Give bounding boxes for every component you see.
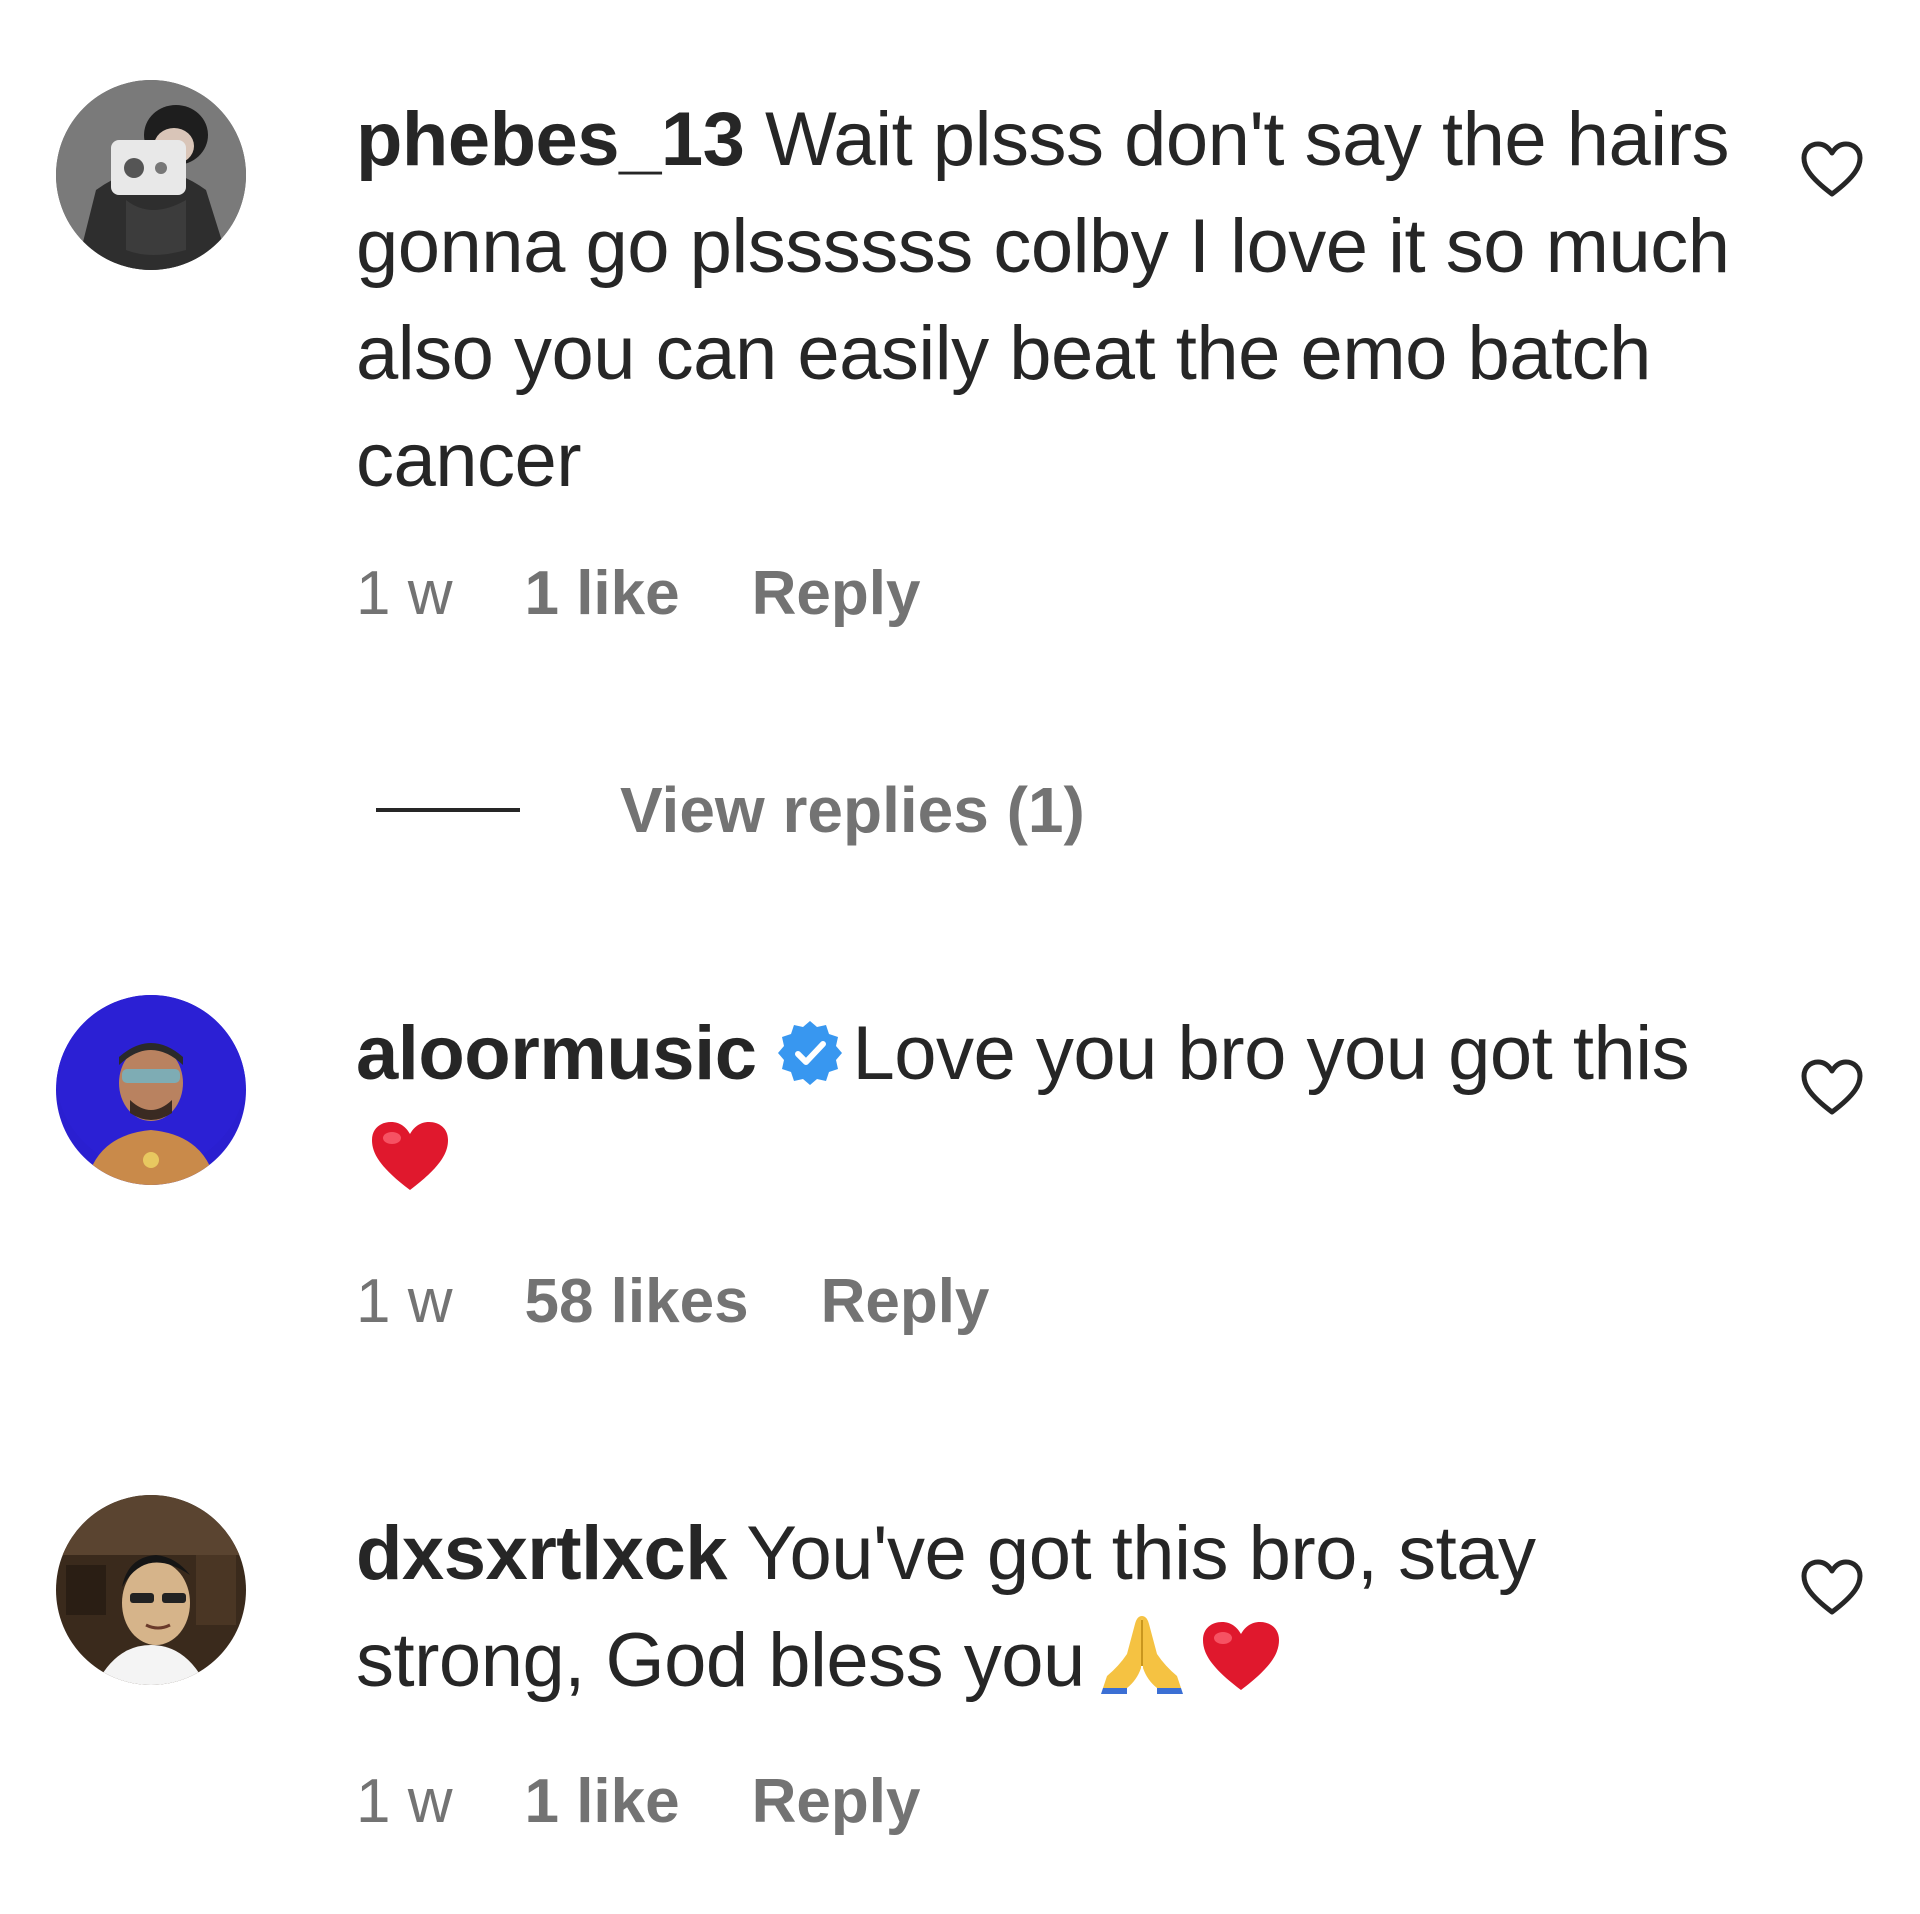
reply-button[interactable]: Reply: [821, 1267, 990, 1336]
timestamp: 1 w: [356, 1267, 453, 1336]
likes-count[interactable]: 1 like: [524, 1767, 679, 1836]
comment-text: dxsxrtlxck You've got this bro, stay str…: [356, 1500, 1736, 1722]
timestamp: 1 w: [356, 1767, 453, 1836]
comment-content: Love you bro you got this: [852, 1011, 1690, 1096]
likes-count[interactable]: 1 like: [524, 559, 679, 628]
avatar[interactable]: [56, 995, 246, 1185]
username[interactable]: aloormusic: [356, 1011, 757, 1096]
username[interactable]: phebes_13: [356, 97, 745, 182]
red-heart-emoji-icon: [1199, 1615, 1283, 1722]
likes-count[interactable]: 58 likes: [524, 1267, 748, 1336]
view-replies-button[interactable]: View replies (1): [376, 774, 1085, 846]
comment-text: phebes_13 Wait plsss don't say the hairs…: [356, 86, 1736, 514]
view-replies-label: View replies (1): [620, 774, 1085, 846]
verified-badge-icon: [774, 1010, 846, 1085]
divider-line: [376, 808, 520, 812]
username[interactable]: dxsxrtlxck: [356, 1511, 728, 1596]
timestamp: 1 w: [356, 559, 453, 628]
comment-meta: 1 w 58 likes Reply: [356, 1262, 1736, 1342]
avatar[interactable]: [56, 80, 246, 270]
heart-icon[interactable]: [1800, 140, 1864, 200]
reply-button[interactable]: Reply: [752, 559, 921, 628]
comment-text: aloormusic Love you bro you got this: [356, 1000, 1736, 1222]
comment-meta: 1 w 1 like Reply: [356, 554, 1736, 634]
avatar[interactable]: [56, 1495, 246, 1685]
heart-icon[interactable]: [1800, 1558, 1864, 1618]
comment-meta: 1 w 1 like Reply: [356, 1762, 1736, 1842]
reply-button[interactable]: Reply: [752, 1767, 921, 1836]
red-heart-emoji-icon: [368, 1115, 452, 1222]
folded-hands-emoji-icon: [1097, 1610, 1187, 1722]
heart-icon[interactable]: [1800, 1058, 1864, 1118]
